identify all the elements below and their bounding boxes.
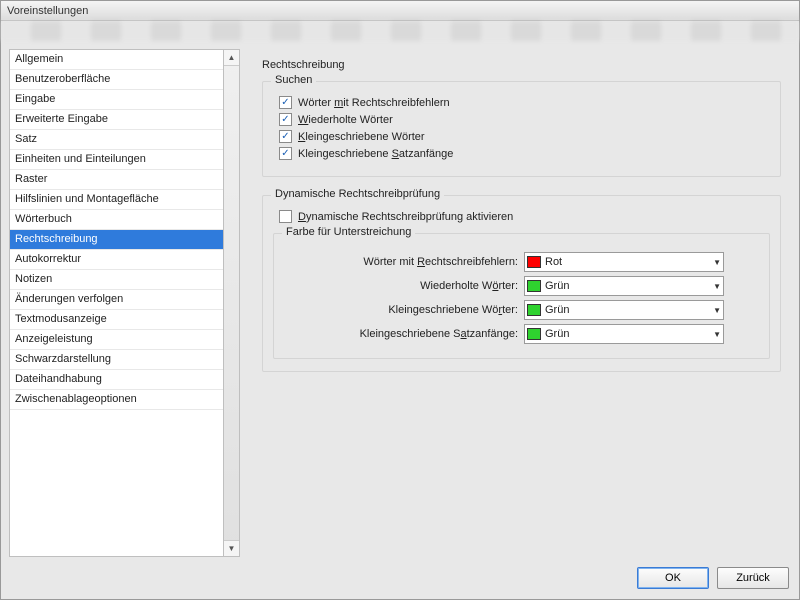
color-value: Grün: [545, 280, 709, 292]
color-row: Wörter mit Rechtschreibfehlern: Rot ▼: [284, 252, 759, 272]
color-swatch-icon: [527, 304, 541, 316]
color-value: Grün: [545, 304, 709, 316]
color-dropdown[interactable]: Grün ▼: [524, 300, 724, 320]
color-swatch-icon: [527, 256, 541, 268]
scroll-up-icon[interactable]: ▲: [224, 50, 239, 66]
dialog-footer: OK Zurück: [1, 561, 799, 599]
sidebar-item[interactable]: Allgemein: [10, 50, 223, 70]
underline-color-title: Farbe für Unterstreichung: [282, 226, 415, 238]
sidebar-item[interactable]: Raster: [10, 170, 223, 190]
chevron-down-icon: ▼: [713, 258, 721, 267]
sidebar-item[interactable]: Benutzeroberfläche: [10, 70, 223, 90]
category-sidebar[interactable]: AllgemeinBenutzeroberflächeEingabeErweit…: [9, 49, 224, 557]
checkbox[interactable]: [279, 147, 292, 160]
checkbox-label: Kleingeschriebene Satzanfänge: [298, 148, 453, 160]
sidebar-item[interactable]: Rechtschreibung: [10, 230, 223, 250]
color-dropdown[interactable]: Grün ▼: [524, 324, 724, 344]
color-value: Rot: [545, 256, 709, 268]
underline-color-group: Farbe für Unterstreichung Wörter mit Rec…: [273, 233, 770, 359]
color-value: Grün: [545, 328, 709, 340]
dynamic-enable-row[interactable]: Dynamische Rechtschreibprüfung aktiviere…: [279, 210, 770, 223]
sidebar-item[interactable]: Änderungen verfolgen: [10, 290, 223, 310]
color-label: Kleingeschriebene Satzanfänge:: [284, 328, 524, 340]
checkbox-label: Wörter mit Rechtschreibfehlern: [298, 97, 450, 109]
settings-panel: Rechtschreibung Suchen Wörter mit Rechts…: [244, 49, 791, 557]
checkbox[interactable]: [279, 113, 292, 126]
color-dropdown[interactable]: Grün ▼: [524, 276, 724, 296]
find-check-row[interactable]: Kleingeschriebene Satzanfänge: [279, 147, 770, 160]
color-row: Kleingeschriebene Satzanfänge: Grün ▼: [284, 324, 759, 344]
sidebar-item[interactable]: Anzeigeleistung: [10, 330, 223, 350]
find-check-row[interactable]: Wiederholte Wörter: [279, 113, 770, 126]
find-group: Suchen Wörter mit RechtschreibfehlernWie…: [262, 81, 781, 177]
panel-heading: Rechtschreibung: [262, 59, 781, 71]
find-check-row[interactable]: Kleingeschriebene Wörter: [279, 130, 770, 143]
color-row: Kleingeschriebene Wörter: Grün ▼: [284, 300, 759, 320]
checkbox-label: Kleingeschriebene Wörter: [298, 131, 425, 143]
window-title: Voreinstellungen: [1, 1, 799, 21]
sidebar-item[interactable]: Eingabe: [10, 90, 223, 110]
color-swatch-icon: [527, 328, 541, 340]
scroll-track[interactable]: [224, 66, 239, 540]
checkbox[interactable]: [279, 96, 292, 109]
sidebar-wrap: AllgemeinBenutzeroberflächeEingabeErweit…: [9, 49, 240, 557]
color-label: Kleingeschriebene Wörter:: [284, 304, 524, 316]
sidebar-item[interactable]: Einheiten und Einteilungen: [10, 150, 223, 170]
find-group-title: Suchen: [271, 74, 316, 86]
dialog-body: AllgemeinBenutzeroberflächeEingabeErweit…: [1, 41, 799, 561]
sidebar-item[interactable]: Hilfslinien und Montagefläche: [10, 190, 223, 210]
dynamic-group: Dynamische Rechtschreibprüfung Dynamisch…: [262, 195, 781, 372]
background-toolbar-blur: [1, 21, 799, 41]
color-label: Wiederholte Wörter:: [284, 280, 524, 292]
color-row: Wiederholte Wörter: Grün ▼: [284, 276, 759, 296]
checkbox[interactable]: [279, 130, 292, 143]
sidebar-item[interactable]: Erweiterte Eingabe: [10, 110, 223, 130]
sidebar-item[interactable]: Autokorrektur: [10, 250, 223, 270]
sidebar-item[interactable]: Wörterbuch: [10, 210, 223, 230]
sidebar-item[interactable]: Notizen: [10, 270, 223, 290]
preferences-window: Voreinstellungen AllgemeinBenutzeroberfl…: [0, 0, 800, 600]
chevron-down-icon: ▼: [713, 330, 721, 339]
sidebar-item[interactable]: Textmodusanzeige: [10, 310, 223, 330]
scroll-down-icon[interactable]: ▼: [224, 540, 239, 556]
dynamic-enable-label: Dynamische Rechtschreibprüfung aktiviere…: [298, 211, 513, 223]
chevron-down-icon: ▼: [713, 306, 721, 315]
sidebar-item[interactable]: Zwischenablageoptionen: [10, 390, 223, 410]
sidebar-item[interactable]: Satz: [10, 130, 223, 150]
ok-button[interactable]: OK: [637, 567, 709, 589]
find-check-row[interactable]: Wörter mit Rechtschreibfehlern: [279, 96, 770, 109]
sidebar-item[interactable]: Schwarzdarstellung: [10, 350, 223, 370]
dynamic-group-title: Dynamische Rechtschreibprüfung: [271, 188, 444, 200]
sidebar-scrollbar[interactable]: ▲ ▼: [224, 49, 240, 557]
color-swatch-icon: [527, 280, 541, 292]
dynamic-enable-checkbox[interactable]: [279, 210, 292, 223]
sidebar-item[interactable]: Dateihandhabung: [10, 370, 223, 390]
back-button[interactable]: Zurück: [717, 567, 789, 589]
checkbox-label: Wiederholte Wörter: [298, 114, 393, 126]
color-label: Wörter mit Rechtschreibfehlern:: [284, 256, 524, 268]
color-dropdown[interactable]: Rot ▼: [524, 252, 724, 272]
chevron-down-icon: ▼: [713, 282, 721, 291]
